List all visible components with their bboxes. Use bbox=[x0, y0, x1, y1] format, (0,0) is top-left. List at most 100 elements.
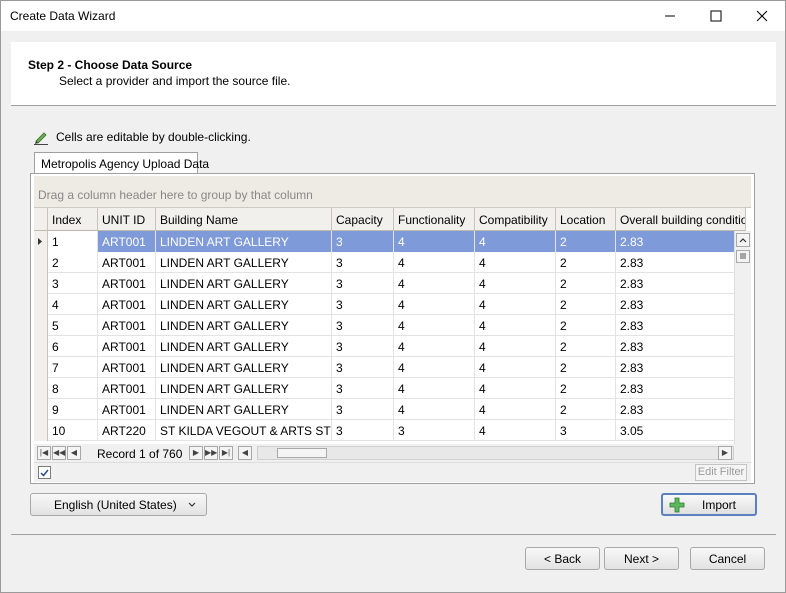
prev-record-button[interactable]: ◀ bbox=[67, 446, 81, 460]
table-cell[interactable]: 4 bbox=[475, 315, 556, 336]
column-header[interactable]: Building Name bbox=[156, 208, 332, 231]
table-cell[interactable]: ART001 bbox=[98, 231, 156, 252]
table-cell[interactable]: LINDEN ART GALLERY bbox=[156, 315, 332, 336]
table-cell[interactable]: 10 bbox=[48, 420, 98, 441]
table-cell[interactable]: 2 bbox=[48, 252, 98, 273]
row-indicator[interactable] bbox=[34, 336, 48, 357]
table-cell[interactable]: 2.83 bbox=[616, 273, 746, 294]
table-cell[interactable]: 2.83 bbox=[616, 231, 746, 252]
table-cell[interactable]: LINDEN ART GALLERY bbox=[156, 357, 332, 378]
table-row[interactable]: 9 ART001 LINDEN ART GALLERY 3 4 4 2 2.83 bbox=[34, 399, 746, 420]
table-cell[interactable]: 5 bbox=[48, 315, 98, 336]
row-indicator[interactable] bbox=[34, 252, 48, 273]
group-by-panel[interactable]: Drag a column header here to group by th… bbox=[34, 176, 751, 208]
next-record-button[interactable]: ▶ bbox=[189, 446, 203, 460]
column-header[interactable]: Location bbox=[556, 208, 616, 231]
table-cell[interactable]: 4 bbox=[48, 294, 98, 315]
cancel-button[interactable]: Cancel bbox=[690, 547, 765, 570]
table-cell[interactable]: 2.83 bbox=[616, 252, 746, 273]
table-cell[interactable]: 2 bbox=[556, 378, 616, 399]
table-cell[interactable]: ART220 bbox=[98, 420, 156, 441]
table-cell[interactable]: 4 bbox=[394, 273, 475, 294]
last-record-button[interactable]: ▶| bbox=[219, 446, 233, 460]
table-cell[interactable]: LINDEN ART GALLERY bbox=[156, 294, 332, 315]
table-cell[interactable]: 4 bbox=[394, 399, 475, 420]
table-cell[interactable]: 2.83 bbox=[616, 336, 746, 357]
table-cell[interactable]: 4 bbox=[394, 336, 475, 357]
table-cell[interactable]: 2 bbox=[556, 273, 616, 294]
table-cell[interactable]: ST KILDA VEGOUT & ARTS STUDIO bbox=[156, 420, 332, 441]
table-cell[interactable]: ART001 bbox=[98, 252, 156, 273]
close-button[interactable] bbox=[739, 1, 785, 31]
table-cell[interactable]: 3 bbox=[556, 420, 616, 441]
horizontal-scrollbar[interactable] bbox=[257, 446, 734, 460]
column-header[interactable]: Index bbox=[48, 208, 98, 231]
table-cell[interactable]: 2 bbox=[556, 252, 616, 273]
table-cell[interactable]: 4 bbox=[475, 399, 556, 420]
table-cell[interactable]: 3 bbox=[332, 357, 394, 378]
table-cell[interactable]: 4 bbox=[394, 378, 475, 399]
table-cell[interactable]: 2.83 bbox=[616, 378, 746, 399]
scroll-left-button[interactable]: ◀ bbox=[238, 446, 252, 460]
table-cell[interactable]: 2 bbox=[556, 315, 616, 336]
table-cell[interactable]: 1 bbox=[48, 231, 98, 252]
table-cell[interactable]: ART001 bbox=[98, 357, 156, 378]
table-cell[interactable]: 8 bbox=[48, 378, 98, 399]
row-indicator[interactable] bbox=[34, 399, 48, 420]
table-cell[interactable]: ART001 bbox=[98, 336, 156, 357]
table-cell[interactable]: 4 bbox=[394, 315, 475, 336]
minimize-button[interactable] bbox=[647, 1, 693, 31]
table-cell[interactable]: LINDEN ART GALLERY bbox=[156, 378, 332, 399]
table-cell[interactable]: 2.83 bbox=[616, 315, 746, 336]
table-cell[interactable]: 4 bbox=[475, 357, 556, 378]
table-cell[interactable]: 2 bbox=[556, 231, 616, 252]
table-cell[interactable]: ART001 bbox=[98, 315, 156, 336]
table-cell[interactable]: 4 bbox=[394, 231, 475, 252]
table-row[interactable]: 10ART220ST KILDA VEGOUT & ARTS STUDIO334… bbox=[34, 420, 746, 441]
table-cell[interactable]: LINDEN ART GALLERY bbox=[156, 336, 332, 357]
table-cell[interactable]: 3 bbox=[332, 231, 394, 252]
next-page-button[interactable]: ▶▶ bbox=[204, 446, 218, 460]
language-select[interactable]: English (United States) bbox=[30, 493, 207, 516]
table-cell[interactable]: LINDEN ART GALLERY bbox=[156, 252, 332, 273]
row-indicator[interactable] bbox=[34, 378, 48, 399]
table-row[interactable]: 2 ART001 LINDEN ART GALLERY 3 4 4 2 2.83 bbox=[34, 252, 746, 273]
table-cell[interactable]: 3 bbox=[332, 252, 394, 273]
column-header[interactable]: Capacity bbox=[332, 208, 394, 231]
filter-checkbox[interactable] bbox=[38, 466, 51, 479]
table-cell[interactable]: 2 bbox=[556, 294, 616, 315]
table-cell[interactable]: 3 bbox=[332, 315, 394, 336]
table-cell[interactable]: 4 bbox=[475, 378, 556, 399]
column-header[interactable]: Compatibility bbox=[475, 208, 556, 231]
table-cell[interactable]: 7 bbox=[48, 357, 98, 378]
table-cell[interactable]: ART001 bbox=[98, 378, 156, 399]
table-cell[interactable]: ART001 bbox=[98, 273, 156, 294]
table-cell[interactable]: LINDEN ART GALLERY bbox=[156, 231, 332, 252]
column-header[interactable]: UNIT ID bbox=[98, 208, 156, 231]
table-cell[interactable]: 3 bbox=[48, 273, 98, 294]
table-row[interactable]: 1 ART001 LINDEN ART GALLERY 3 4 4 2 2.83 bbox=[34, 231, 746, 252]
vertical-scrollbar[interactable] bbox=[734, 231, 751, 480]
next-button[interactable]: Next > bbox=[604, 547, 679, 570]
table-cell[interactable]: 3 bbox=[332, 336, 394, 357]
table-cell[interactable]: 3 bbox=[332, 294, 394, 315]
import-button[interactable]: Import bbox=[661, 493, 757, 516]
column-header[interactable]: Functionality bbox=[394, 208, 475, 231]
table-cell[interactable]: ART001 bbox=[98, 294, 156, 315]
table-row[interactable]: 8 ART001 LINDEN ART GALLERY 3 4 4 2 2.83 bbox=[34, 378, 746, 399]
row-indicator[interactable] bbox=[34, 357, 48, 378]
table-cell[interactable]: 3 bbox=[332, 420, 394, 441]
table-cell[interactable]: 3 bbox=[332, 273, 394, 294]
row-indicator[interactable] bbox=[34, 420, 48, 441]
row-indicator[interactable] bbox=[34, 315, 48, 336]
table-row[interactable]: 5 ART001 LINDEN ART GALLERY 3 4 4 2 2.83 bbox=[34, 315, 746, 336]
scroll-right-button[interactable]: ▶ bbox=[718, 446, 732, 460]
table-cell[interactable]: 2 bbox=[556, 336, 616, 357]
table-cell[interactable]: 4 bbox=[475, 231, 556, 252]
table-cell[interactable]: 4 bbox=[475, 252, 556, 273]
table-cell[interactable]: 4 bbox=[394, 252, 475, 273]
table-cell[interactable]: 4 bbox=[475, 294, 556, 315]
table-row[interactable]: 4 ART001 LINDEN ART GALLERY 3 4 4 2 2.83 bbox=[34, 294, 746, 315]
table-cell[interactable]: 2 bbox=[556, 399, 616, 420]
table-cell[interactable]: 2.83 bbox=[616, 357, 746, 378]
